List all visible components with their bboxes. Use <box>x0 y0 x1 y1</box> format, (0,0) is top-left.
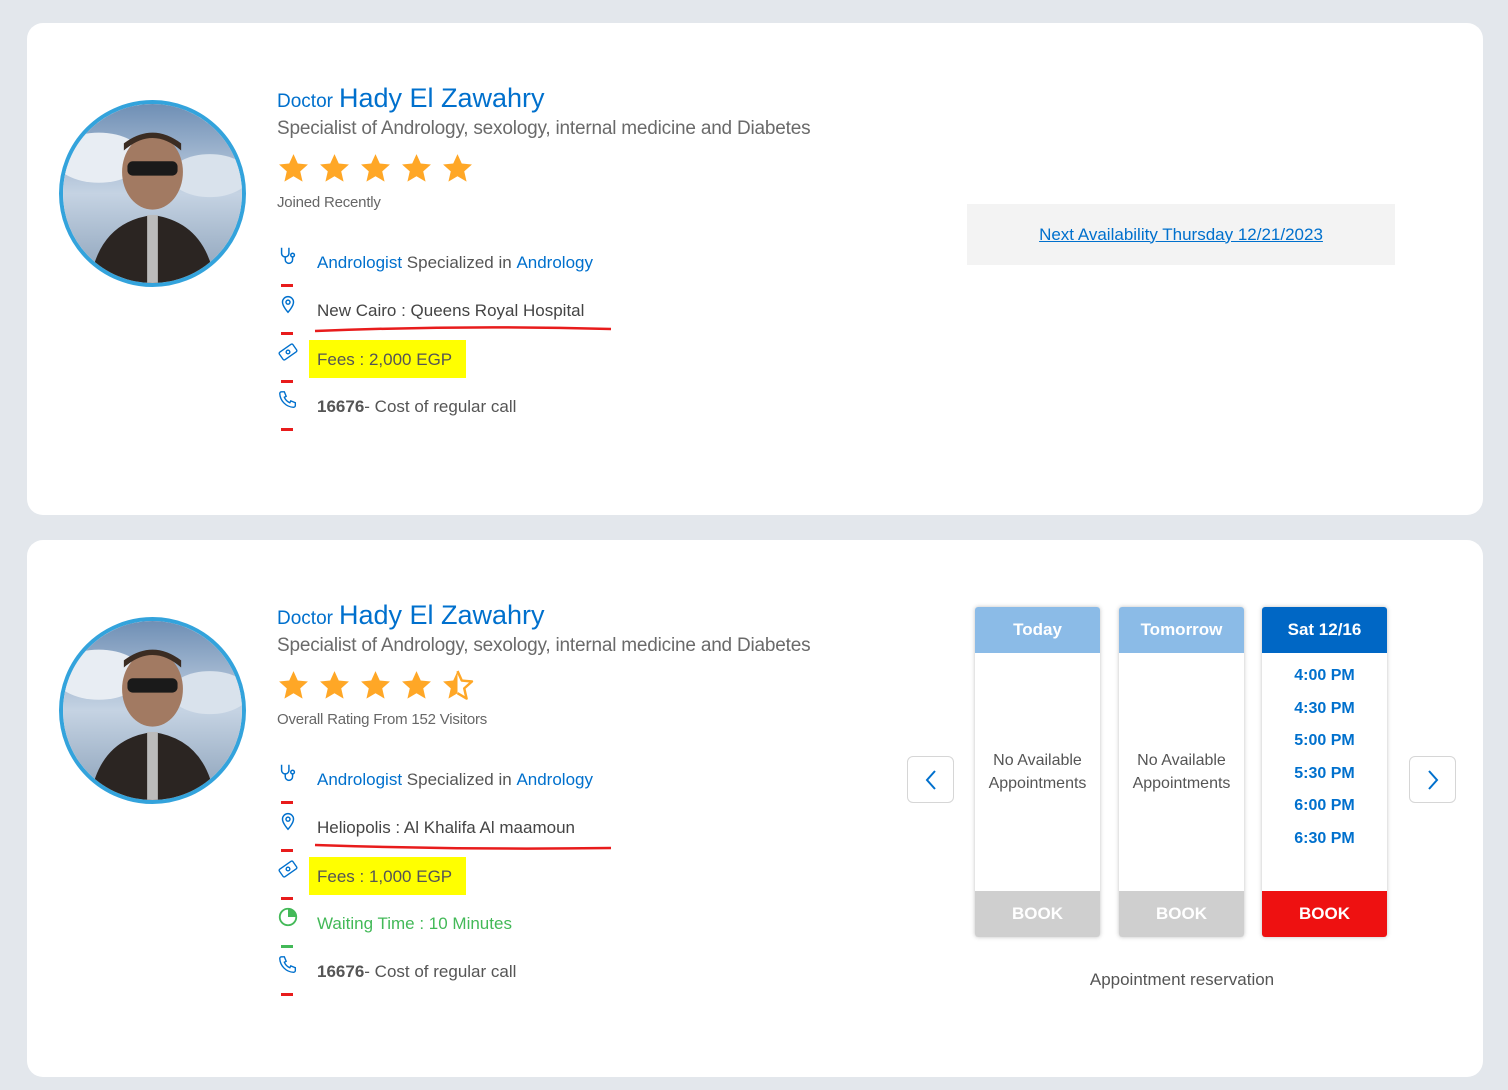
no-appointments-line: No Available <box>993 752 1082 769</box>
doctor-card: Doctor Hady El Zawahry Specialist of Andr… <box>27 23 1483 515</box>
chevron-left-icon <box>925 769 936 790</box>
no-appointments-message: No Available Appointments <box>975 653 1100 891</box>
specialized-in-label: Specialized in <box>406 770 512 789</box>
phone-row: 16676 - Cost of regular call <box>277 948 917 996</box>
waiting-time-row: Waiting Time : 10 Minutes <box>277 900 917 948</box>
next-days-button[interactable] <box>1409 756 1456 803</box>
money-tag-icon <box>277 858 305 886</box>
next-availability-link[interactable]: Next Availability Thursday 12/21/2023 <box>1039 225 1323 245</box>
no-appointments-message: No Available Appointments <box>1119 653 1244 891</box>
star-icon <box>402 671 431 699</box>
next-availability-box: Next Availability Thursday 12/21/2023 <box>967 204 1395 265</box>
location-label: New Cairo : Queens Royal Hospital <box>317 301 585 320</box>
schedule-column-tomorrow: Tomorrow No Available Appointments BOOK <box>1119 607 1244 937</box>
red-underline-annotation <box>314 843 612 850</box>
rating-text: Overall Rating From 152 Visitors <box>277 711 488 728</box>
schedule-day-header: Today <box>975 607 1100 653</box>
specialized-in-label: Specialized in <box>406 253 512 272</box>
specialty-field-link[interactable]: Andrology <box>516 770 593 790</box>
doctor-info: Doctor Hady El Zawahry Specialist of Andr… <box>277 600 917 996</box>
time-slot[interactable]: 4:00 PM <box>1294 663 1354 696</box>
time-slot[interactable]: 4:30 PM <box>1294 696 1354 729</box>
schedule-day-header: Sat 12/16 <box>1262 607 1387 653</box>
location-pin-icon <box>277 293 305 321</box>
location-row: New Cairo : Queens Royal Hospital <box>277 287 917 335</box>
phone-note: - Cost of regular call <box>364 962 517 981</box>
doctor-card: Doctor Hady El Zawahry Specialist of Andr… <box>27 540 1483 1077</box>
fees-row: Fees : 1,000 EGP <box>277 852 917 900</box>
specialty-field-link[interactable]: Andrology <box>516 253 593 273</box>
appointment-reservation-label: Appointment reservation <box>1089 970 1275 989</box>
clock-icon <box>277 906 305 934</box>
prev-days-button[interactable] <box>907 756 954 803</box>
half-star-icon <box>443 670 474 700</box>
rating-stars <box>277 669 917 703</box>
book-button[interactable]: BOOK <box>1262 891 1387 937</box>
fees-row: Fees : 2,000 EGP <box>277 335 917 383</box>
money-tag-icon <box>277 341 305 369</box>
star-icon <box>320 154 349 182</box>
location-pin-icon <box>277 810 305 838</box>
specialty-role-link[interactable]: Andrologist <box>317 253 402 273</box>
stethoscope-icon <box>277 762 305 790</box>
location-row: Heliopolis : Al Khalifa Al maamoun <box>277 804 917 852</box>
location-text[interactable]: Heliopolis : Al Khalifa Al maamoun <box>314 818 612 850</box>
phone-number[interactable]: 16676 <box>317 397 364 417</box>
book-button-disabled: BOOK <box>975 891 1100 937</box>
doctor-name-line[interactable]: Doctor Hady El Zawahry <box>277 83 917 114</box>
doctor-info: Doctor Hady El Zawahry Specialist of Andr… <box>277 83 917 431</box>
annotation-dash <box>281 428 293 431</box>
fees-text: Fees : 2,000 EGP <box>309 340 467 378</box>
phone-number[interactable]: 16676 <box>317 962 364 982</box>
doctor-name-line[interactable]: Doctor Hady El Zawahry <box>277 600 917 631</box>
specialization-row: Andrologist Specialized in Andrology <box>277 239 917 287</box>
star-icon <box>443 154 472 182</box>
specialization-row: Andrologist Specialized in Andrology <box>277 756 917 804</box>
schedule-column-today: Today No Available Appointments BOOK <box>975 607 1100 937</box>
phone-row: 16676 - Cost of regular call <box>277 383 917 431</box>
star-icon <box>279 671 308 699</box>
time-slot-list: 4:00 PM 4:30 PM 5:00 PM 5:30 PM 6:00 PM … <box>1262 653 1387 891</box>
book-button-disabled: BOOK <box>1119 891 1244 937</box>
annotation-dash <box>281 993 293 996</box>
doctor-avatar[interactable] <box>59 100 246 287</box>
time-slot[interactable]: 6:30 PM <box>1294 826 1354 859</box>
phone-icon <box>277 389 305 417</box>
star-icon <box>361 154 390 182</box>
doctor-title: Doctor <box>277 608 333 629</box>
no-appointments-line: Appointments <box>1132 775 1231 792</box>
rating-stars <box>277 152 917 186</box>
waiting-time-text: Waiting Time : 10 Minutes <box>317 914 512 933</box>
phone-note: - Cost of regular call <box>364 397 517 416</box>
no-appointments-line: No Available <box>1137 752 1226 769</box>
time-slot[interactable]: 5:30 PM <box>1294 761 1354 794</box>
star-icon <box>402 154 431 182</box>
location-text[interactable]: New Cairo : Queens Royal Hospital <box>314 301 612 333</box>
stethoscope-icon <box>277 245 305 273</box>
schedule-day-header: Tomorrow <box>1119 607 1244 653</box>
location-label: Heliopolis : Al Khalifa Al maamoun <box>317 818 575 837</box>
specialty-role-link[interactable]: Andrologist <box>317 770 402 790</box>
star-icon <box>279 154 308 182</box>
time-slot[interactable]: 6:00 PM <box>1294 793 1354 826</box>
schedule-column-sat: Sat 12/16 4:00 PM 4:30 PM 5:00 PM 5:30 P… <box>1262 607 1387 937</box>
fees-text: Fees : 1,000 EGP <box>309 857 467 895</box>
phone-icon <box>277 954 305 982</box>
chevron-right-icon <box>1427 769 1438 790</box>
doctor-specialty: Specialist of Andrology, sexology, inter… <box>277 118 811 139</box>
doctor-avatar[interactable] <box>59 617 246 804</box>
doctor-name[interactable]: Hady El Zawahry <box>339 600 545 630</box>
doctor-title: Doctor <box>277 91 333 112</box>
red-underline-annotation <box>314 326 612 333</box>
rating-text: Joined Recently <box>277 194 381 211</box>
time-slot[interactable]: 5:00 PM <box>1294 728 1354 761</box>
no-appointments-line: Appointments <box>988 775 1087 792</box>
star-icon <box>320 671 349 699</box>
doctor-name[interactable]: Hady El Zawahry <box>339 83 545 113</box>
doctor-specialty: Specialist of Andrology, sexology, inter… <box>277 635 811 656</box>
star-icon <box>361 671 390 699</box>
